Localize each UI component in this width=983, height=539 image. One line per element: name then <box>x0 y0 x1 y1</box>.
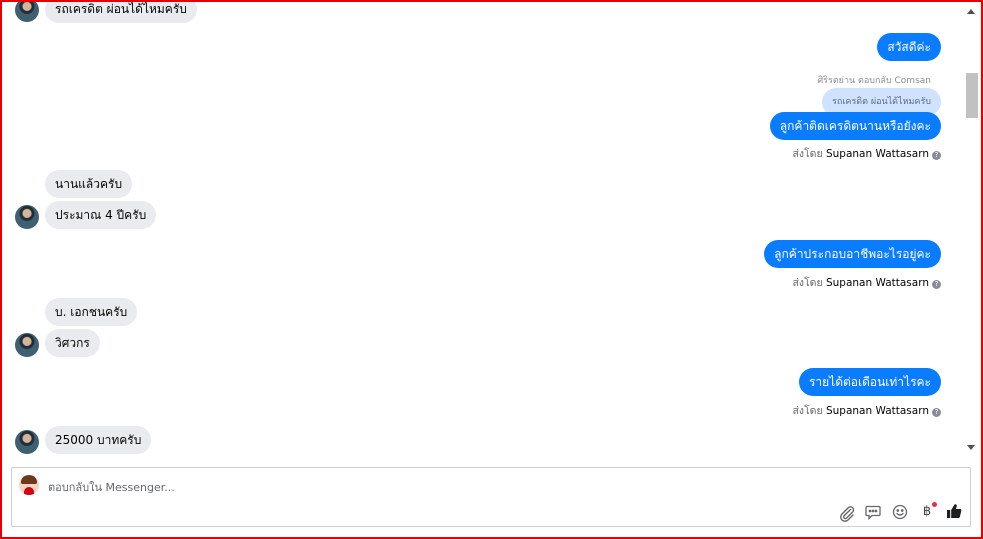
help-icon[interactable]: ? <box>932 151 941 160</box>
saved-replies-icon[interactable] <box>864 503 882 521</box>
help-icon[interactable]: ? <box>932 280 941 289</box>
outgoing-message: รายได้ต่อเดือนเท่าไรคะ <box>798 368 941 396</box>
customer-avatar <box>15 430 39 454</box>
outgoing-message: สวัสดีค่ะ <box>877 33 941 61</box>
sender-name[interactable]: Supanan Wattasarn <box>826 405 929 417</box>
sent-by-prefix: ส่งโดย <box>792 277 823 289</box>
scroll-down-arrow-icon[interactable] <box>967 445 975 450</box>
conversation-thread[interactable]: รถเครดิต ผ่อนได้ไหมครับ สวัสดีค่ะ ศิริรต… <box>2 2 963 458</box>
sent-by-prefix: ส่งโดย <box>792 405 823 417</box>
customer-avatar <box>15 333 39 357</box>
help-icon[interactable]: ? <box>932 408 941 417</box>
incoming-message: บ. เอกชนครับ <box>45 298 138 326</box>
incoming-message: 25000 บาทครับ <box>45 426 152 454</box>
scroll-up-arrow-icon[interactable] <box>967 9 975 14</box>
scrollbar[interactable] <box>963 2 981 458</box>
sender-name[interactable]: Supanan Wattasarn <box>826 148 929 160</box>
outgoing-message: ลูกค้าติดเครดิตนานหรือยังคะ <box>769 112 941 140</box>
notification-dot <box>932 502 937 507</box>
sender-name[interactable]: Supanan Wattasarn <box>826 277 929 289</box>
emoji-icon[interactable] <box>891 503 909 521</box>
sent-by-prefix: ส่งโดย <box>792 148 823 160</box>
sent-by-label: ส่งโดย Supanan Wattasarn? <box>792 274 941 291</box>
incoming-message: นานแล้วครับ <box>45 170 133 198</box>
sent-by-label: ส่งโดย Supanan Wattasarn? <box>792 145 941 162</box>
reply-input[interactable] <box>48 479 748 495</box>
incoming-message: ประมาณ 4 ปีครับ <box>45 201 157 229</box>
sent-by-label: ส่งโดย Supanan Wattasarn? <box>792 402 941 419</box>
scroll-thumb[interactable] <box>966 73 978 118</box>
reply-indicator: ศิริรตย่าน ตอบกลับ Comsan <box>817 76 931 86</box>
page-avatar <box>19 475 39 495</box>
like-icon[interactable] <box>945 502 963 520</box>
incoming-message: รถเครดิต ผ่อนได้ไหมครับ <box>45 2 197 23</box>
customer-avatar <box>15 2 39 22</box>
outgoing-message: ลูกค้าประกอบอาชีพอะไรอยู่คะ <box>764 240 941 268</box>
attach-icon[interactable] <box>838 504 856 522</box>
incoming-message: วิศวกร <box>45 329 100 357</box>
message-composer <box>11 467 971 527</box>
customer-avatar <box>15 205 39 229</box>
